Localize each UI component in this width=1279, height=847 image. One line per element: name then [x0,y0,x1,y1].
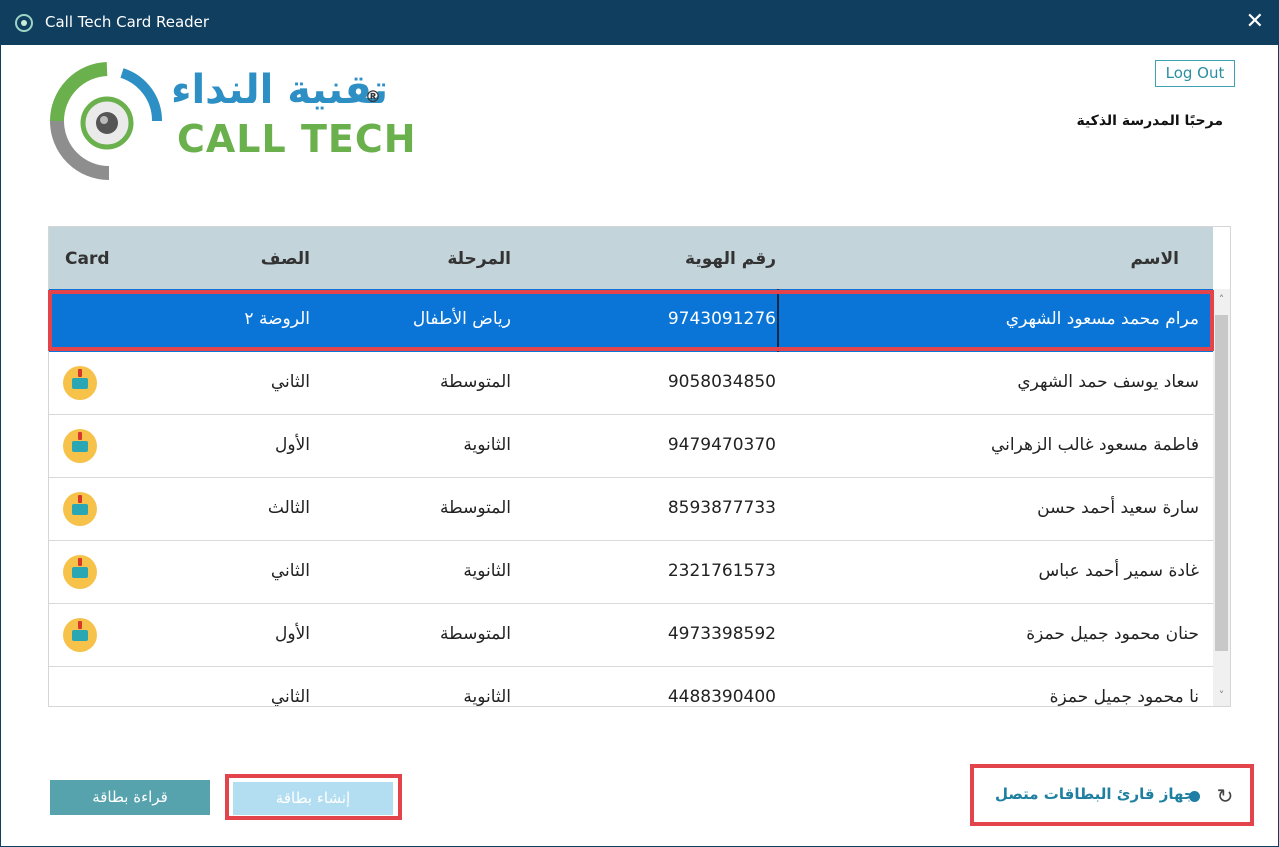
column-header-card[interactable]: Card [65,249,110,269]
cell-name: مرام محمد مسعود الشهري [1005,309,1199,329]
cell-stage: الثانوية [463,687,511,707]
scroll-down-icon[interactable]: ˅ [1216,690,1227,702]
table-row[interactable]: الثالث المتوسطة 8593877733 سارة سعيد أحم… [49,478,1213,541]
cell-id: 9479470370 [667,435,776,455]
column-header-class[interactable]: الصف [261,249,310,269]
app-window: Call Tech Card Reader ✕ تقنية النداء ® C… [0,0,1279,847]
logo-arabic-text: تقنية النداء [171,67,388,113]
app-icon [15,14,33,32]
table-row[interactable]: الأول الثانوية 9479470370 فاطمة مسعود غا… [49,415,1213,478]
cell-stage: الثانوية [463,435,511,455]
id-card-icon[interactable] [63,492,97,526]
logout-button[interactable]: Log Out [1155,60,1235,87]
title-bar: Call Tech Card Reader ✕ [1,1,1278,45]
cell-id: 9058034850 [667,372,776,392]
cell-id: 4488390400 [667,687,776,707]
cell-class: الثالث [267,498,310,518]
column-divider [777,289,779,352]
cell-stage: رياض الأطفال [412,309,511,329]
cell-stage: المتوسطة [440,372,511,392]
cell-name: فاطمة مسعود غالب الزهراني [990,435,1199,455]
column-header-stage[interactable]: المرحلة [447,249,511,269]
id-card-icon[interactable] [63,618,97,652]
cell-id: 8593877733 [667,498,776,518]
cell-class: الثاني [270,687,310,707]
column-header-id[interactable]: رقم الهوية [685,249,776,269]
table-row[interactable]: الثاني المتوسطة 9058034850 سعاد يوسف حمد… [49,352,1213,415]
create-card-button[interactable]: إنشاء بطاقة [233,782,393,815]
cell-stage: المتوسطة [440,498,511,518]
id-card-icon[interactable] [63,366,97,400]
table-row[interactable]: الأول المتوسطة 4973398592 حنان محمود جمي… [49,604,1213,667]
cell-class: الثاني [270,372,310,392]
cell-id: 9743091276 [667,309,776,329]
cell-name: سعاد يوسف حمد الشهري [1017,372,1199,392]
cell-class: الأول [275,624,310,644]
cell-name: سارة سعيد أحمد حسن [1037,498,1199,518]
cell-class: الأول [275,435,310,455]
vertical-scrollbar[interactable]: ˄ ˅ [1213,289,1230,706]
table-row[interactable]: الروضة ٢ رياض الأطفال 9743091276 مرام مح… [49,289,1213,352]
reader-status-text: جهاز قارئ البطاقات متصل [995,785,1195,803]
window-title: Call Tech Card Reader [45,13,210,31]
table-row[interactable]: الثاني الثانوية 4488390400 نا محمود جميل… [49,667,1213,707]
id-card-icon[interactable] [63,429,97,463]
table-body: الروضة ٢ رياض الأطفال 9743091276 مرام مح… [49,289,1213,707]
cell-name: نا محمود جميل حمزة [1049,687,1199,707]
logo-registered-mark: ® [365,87,381,106]
column-header-name[interactable]: الاسم [1130,249,1179,269]
read-card-button[interactable]: قراءة بطاقة [50,780,210,815]
students-table: Card الصف المرحلة رقم الهوية الاسم الروض… [48,226,1231,707]
cell-name: حنان محمود جميل حمزة [1026,624,1199,644]
scroll-up-icon[interactable]: ˄ [1216,294,1227,306]
cell-stage: الثانوية [463,561,511,581]
welcome-text: مرحبًا المدرسة الذكية [1076,113,1223,129]
cell-stage: المتوسطة [440,624,511,644]
refresh-icon[interactable]: ↻ [1213,784,1237,808]
close-icon[interactable]: ✕ [1246,9,1264,35]
id-card-icon[interactable] [63,555,97,589]
cell-class: الروضة ٢ [244,309,310,329]
cell-id: 4973398592 [667,624,776,644]
table-header: Card الصف المرحلة رقم الهوية الاسم [49,227,1213,289]
status-dot-icon [1189,791,1200,802]
cell-id: 2321761573 [667,561,776,581]
cell-name: غادة سمير أحمد عباس [1038,561,1199,581]
scrollbar-thumb[interactable] [1215,315,1228,651]
table-row[interactable]: الثاني الثانوية 2321761573 غادة سمير أحم… [49,541,1213,604]
cell-class: الثاني [270,561,310,581]
logo-english-text: CALL TECH [177,117,417,161]
